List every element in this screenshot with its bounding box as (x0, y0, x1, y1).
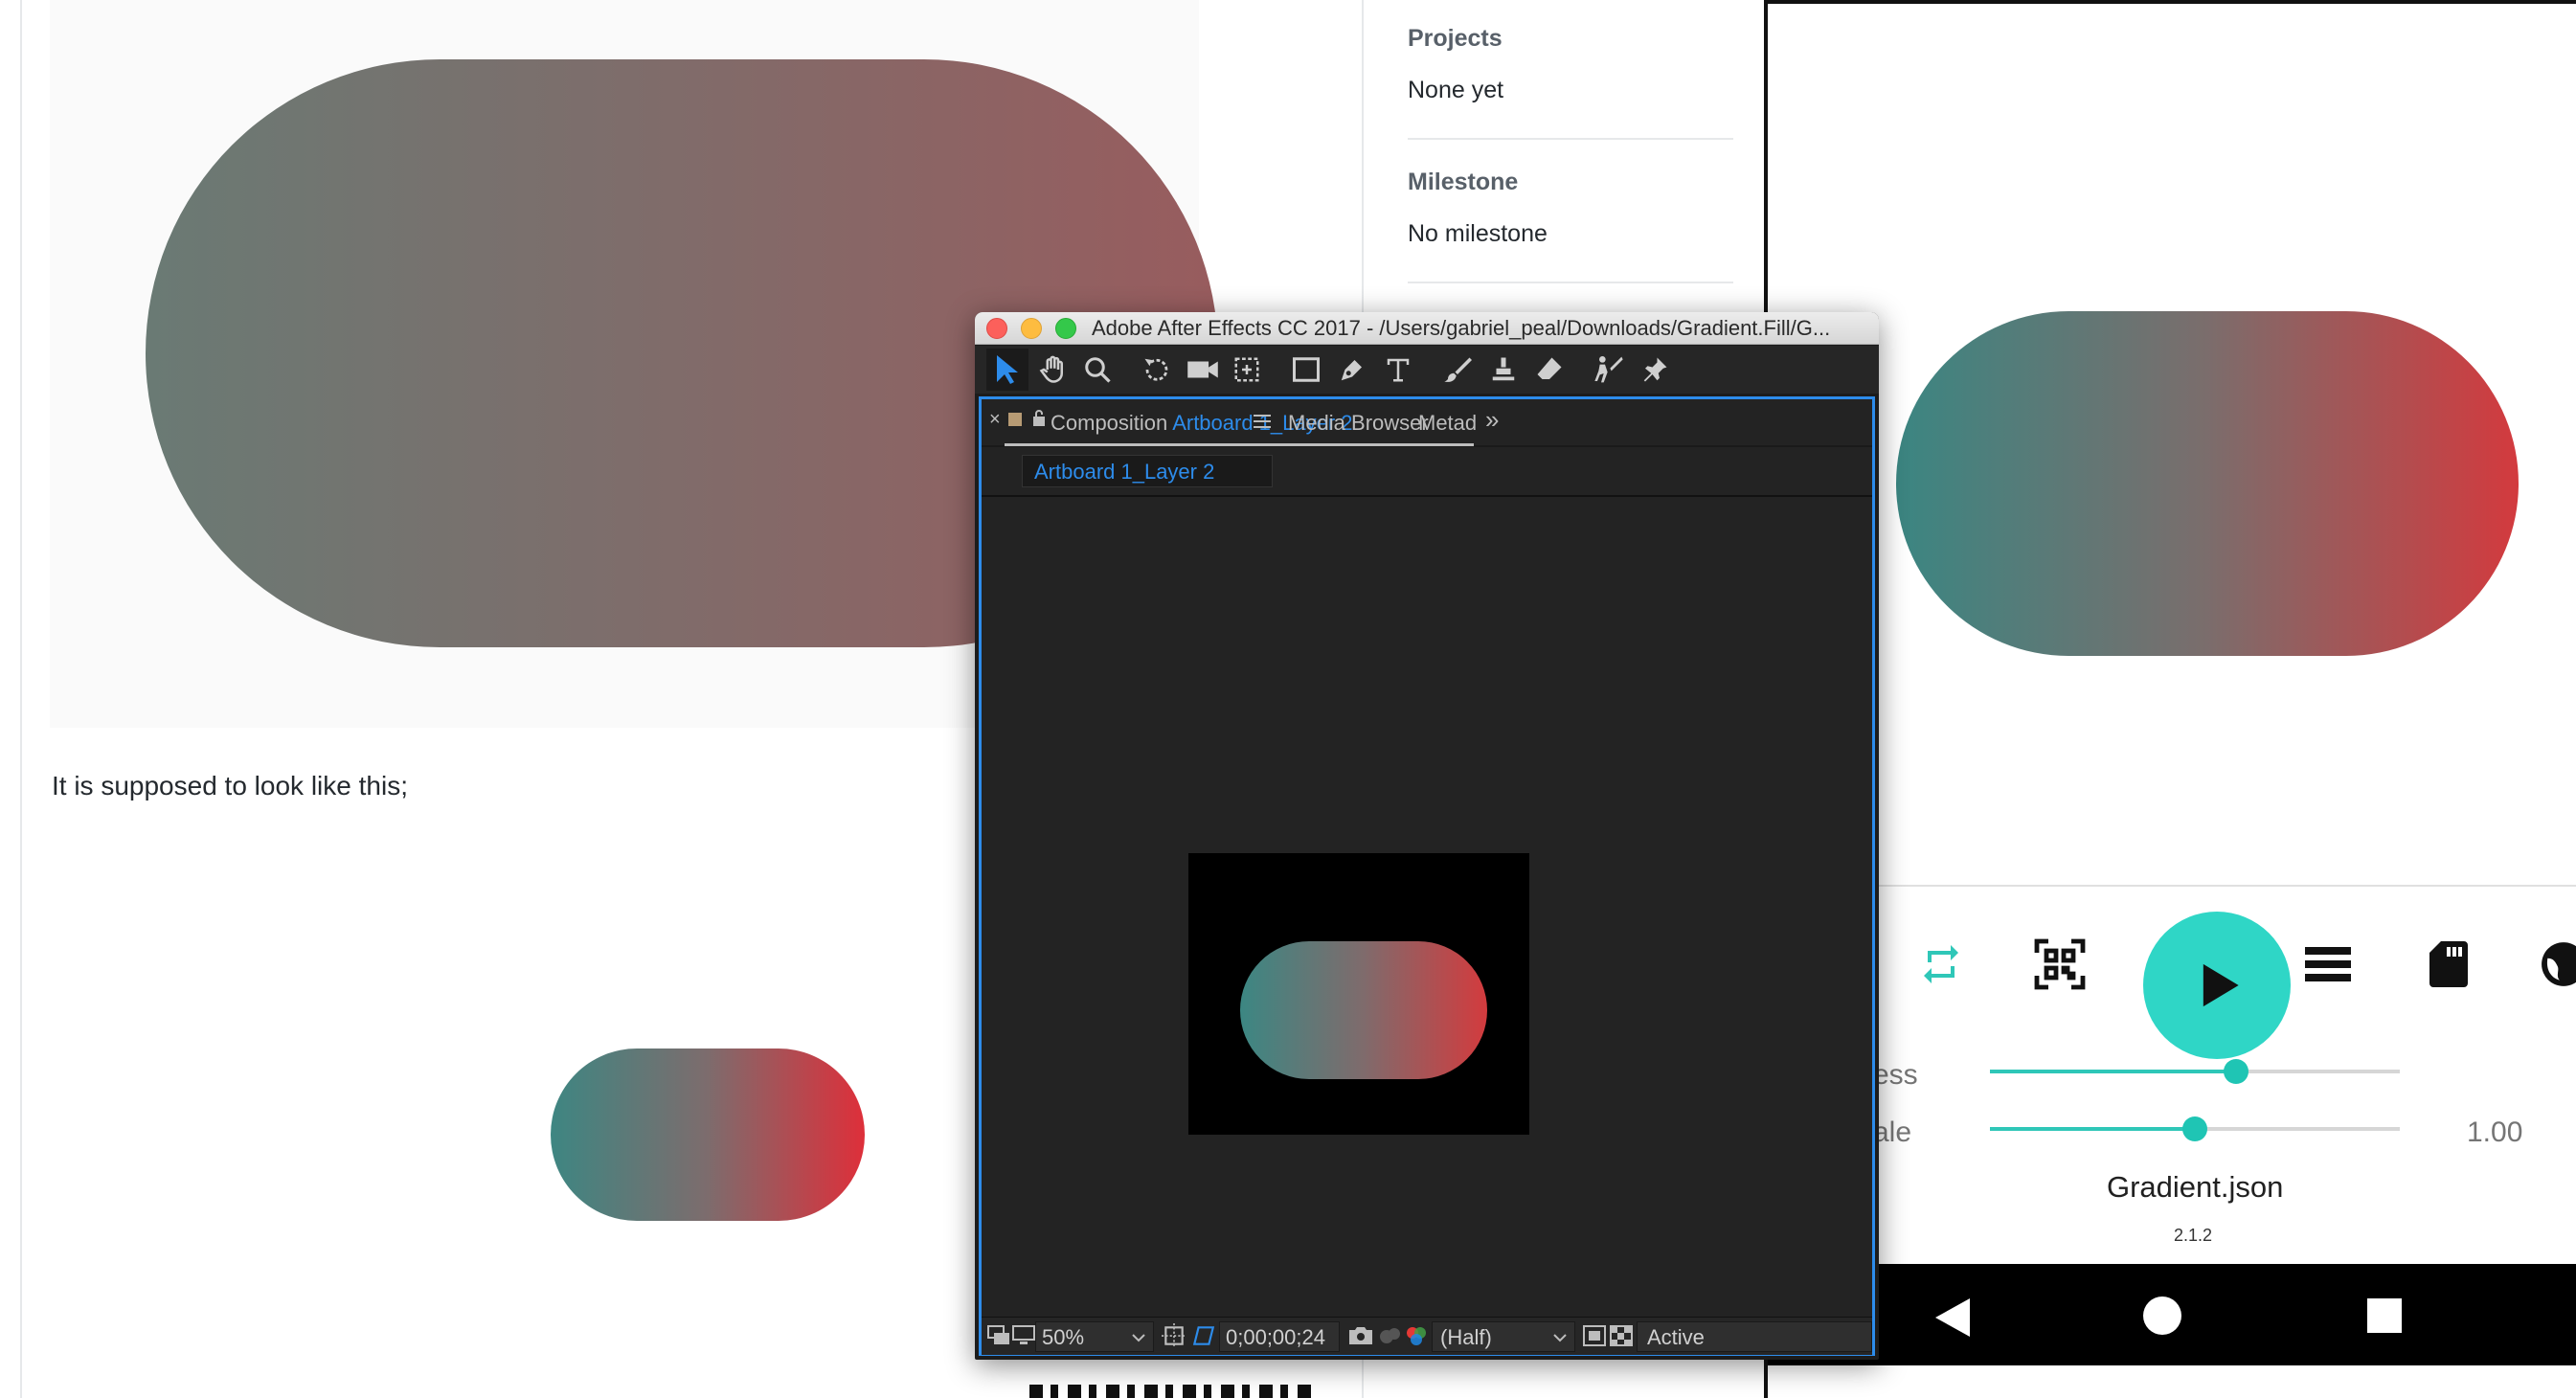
sd-card-icon[interactable] (2415, 931, 2482, 998)
list-icon[interactable] (2294, 931, 2361, 998)
close-tab-icon[interactable]: × (989, 409, 1001, 431)
play-icon (2203, 963, 2239, 1007)
tab-composition-label: Composition (1051, 411, 1168, 435)
camera-tool-icon[interactable] (1182, 349, 1224, 391)
always-preview-icon[interactable] (987, 1325, 1010, 1351)
pan-behind-tool-icon[interactable] (1226, 349, 1268, 391)
home-icon[interactable] (2143, 1297, 2181, 1335)
comment-text: It is supposed to look like this; (52, 771, 408, 800)
qr-scan-icon[interactable] (2026, 931, 2093, 998)
milestone-value: No milestone (1408, 220, 1548, 247)
color-channels-icon[interactable] (1403, 1323, 1430, 1355)
zoom-window-button[interactable] (1055, 318, 1076, 339)
panel-tab-bar: × Composition Artboard 1_Layer 2 Media B… (982, 399, 1872, 447)
mask-visibility-icon[interactable] (1190, 1323, 1217, 1353)
eraser-tool-icon[interactable] (1528, 349, 1570, 391)
progress-slider-thumb[interactable] (2223, 1059, 2248, 1084)
lottie-animation-view (1896, 311, 2519, 656)
resolution-grid-icon[interactable] (1162, 1323, 1186, 1353)
viewer-tab-label: Artboard 1_Layer 2 (1034, 460, 1215, 484)
hand-tool-icon[interactable] (1032, 349, 1074, 391)
projects-value: None yet (1408, 77, 1504, 103)
panel-color-swatch (1008, 413, 1022, 426)
region-of-interest-icon[interactable] (1583, 1325, 1606, 1351)
show-snapshot-icon[interactable] (1378, 1325, 1403, 1351)
repeat-icon[interactable] (1908, 931, 1975, 998)
pen-tool-icon[interactable] (1331, 349, 1373, 391)
rotation-tool-icon[interactable] (1136, 349, 1178, 391)
sidebar-divider (1408, 282, 1733, 283)
panel-menu-icon[interactable] (1254, 415, 1271, 433)
window-title-bar[interactable]: Adobe After Effects CC 2017 - /Users/gab… (975, 312, 1879, 345)
timeline-line (20, 0, 22, 1398)
composition-frame (1188, 853, 1529, 1135)
magnification-dropdown[interactable]: 50% (1035, 1321, 1154, 1352)
puppet-pin-tool-icon[interactable] (1634, 349, 1676, 391)
tab-overflow-icon[interactable]: » (1485, 405, 1499, 435)
roto-brush-tool-icon[interactable] (1588, 349, 1630, 391)
resolution-value: (Half) (1440, 1325, 1492, 1349)
play-button[interactable] (2143, 912, 2291, 1059)
scale-slider-fill (1990, 1127, 2195, 1131)
gradient-shape-layer[interactable] (1240, 941, 1487, 1079)
viewer-tab[interactable]: Artboard 1_Layer 2 (1022, 455, 1273, 487)
rectangle-tool-icon[interactable] (1285, 349, 1327, 391)
tab-metadata[interactable]: Metad (1418, 411, 1477, 436)
sidebar-divider (1408, 138, 1733, 140)
projects-heading[interactable]: Projects (1408, 25, 1503, 53)
scale-slider-thumb[interactable] (2182, 1116, 2207, 1141)
progress-slider-fill (1990, 1070, 2236, 1073)
type-tool-icon[interactable] (1377, 349, 1419, 391)
milestone-heading[interactable]: Milestone (1408, 169, 1518, 196)
transparency-grid-icon[interactable] (1610, 1325, 1633, 1351)
back-icon[interactable] (1935, 1298, 1970, 1337)
scale-value: 1.00 (2467, 1116, 2523, 1148)
controls-divider (1768, 885, 2576, 887)
timecode-value: 0;00;00;24 (1226, 1325, 1325, 1349)
after-effects-window: Adobe After Effects CC 2017 - /Users/gab… (975, 312, 1879, 1360)
scale-label: ale (1873, 1116, 1912, 1148)
close-window-button[interactable] (986, 318, 1007, 339)
lottie-version: 2.1.2 (2173, 1226, 2213, 1245)
qr-code-image (1029, 1385, 1317, 1398)
animation-file-name: Gradient.json (2107, 1170, 2284, 1204)
zoom-tool-icon[interactable] (1076, 349, 1119, 391)
viewer-footer-bar: 50% 0;00;00;24 (Half) Active (982, 1317, 1872, 1355)
active-tab-indicator (1005, 443, 1474, 446)
active-camera-value: Active (1647, 1325, 1705, 1349)
lock-icon[interactable] (1031, 409, 1047, 433)
viewer-tab-bar: Artboard 1_Layer 2 (982, 449, 1872, 493)
globe-icon[interactable] (2540, 940, 2576, 988)
android-nav-bar (1768, 1264, 2576, 1365)
magnification-value: 50% (1042, 1325, 1085, 1349)
active-camera-dropdown[interactable]: Active (1637, 1321, 1872, 1352)
clone-stamp-tool-icon[interactable] (1482, 349, 1525, 391)
selection-tool-icon[interactable] (986, 349, 1028, 391)
expected-gradient-pill-image (551, 1048, 865, 1221)
tools-toolbar (975, 346, 1879, 394)
minimize-window-button[interactable] (1021, 318, 1042, 339)
resolution-dropdown[interactable]: (Half) (1432, 1321, 1575, 1352)
composition-viewer[interactable] (982, 495, 1872, 1317)
snapshot-camera-icon[interactable] (1347, 1325, 1374, 1351)
chevron-down-icon (1553, 1331, 1567, 1348)
tab-media-browser[interactable]: Media Browser (1288, 411, 1429, 436)
recents-icon[interactable] (2367, 1298, 2402, 1333)
window-title: Adobe After Effects CC 2017 - /Users/gab… (1092, 316, 1831, 340)
monitor-icon[interactable] (1012, 1325, 1035, 1351)
composition-panel: × Composition Artboard 1_Layer 2 Media B… (979, 396, 1875, 1356)
progress-label: ess (1873, 1059, 1918, 1091)
timecode-field[interactable]: 0;00;00;24 (1219, 1321, 1340, 1352)
chevron-down-icon (1132, 1331, 1145, 1348)
brush-tool-icon[interactable] (1436, 349, 1479, 391)
